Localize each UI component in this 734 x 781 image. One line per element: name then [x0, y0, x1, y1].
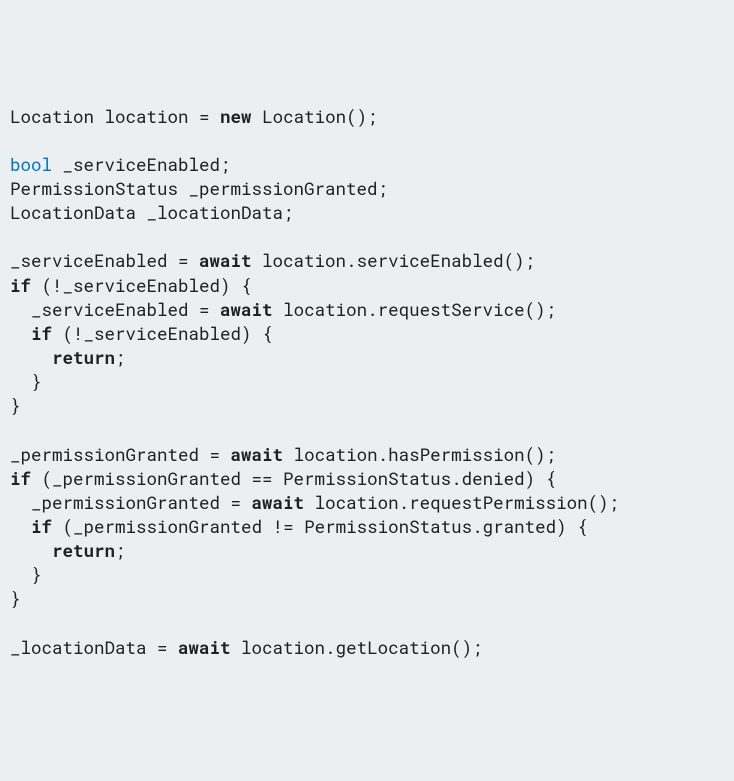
code-block: Location location = new Location(); bool…: [10, 105, 724, 660]
code-text: _permissionGranted =: [10, 443, 231, 466]
code-text: [10, 515, 31, 538]
code-text: Location();: [252, 105, 378, 128]
type-bool: bool: [10, 153, 52, 176]
keyword-if: if: [31, 515, 52, 538]
code-text: location.requestService();: [273, 298, 557, 321]
keyword-if: if: [10, 274, 31, 297]
code-line: return;: [10, 346, 126, 369]
code-text: _serviceEnabled =: [10, 298, 220, 321]
code-line: _serviceEnabled = await location.service…: [10, 249, 535, 272]
keyword-if: if: [31, 322, 52, 345]
code-text: _serviceEnabled;: [52, 153, 231, 176]
keyword-await: await: [199, 249, 252, 272]
code-line: }: [10, 587, 21, 610]
code-text: }: [10, 587, 21, 610]
code-line: _permissionGranted = await location.hasP…: [10, 443, 556, 466]
code-line: PermissionStatus _permissionGranted;: [10, 177, 388, 200]
keyword-await: await: [178, 636, 231, 659]
keyword-await: await: [231, 443, 284, 466]
code-text: PermissionStatus _permissionGranted;: [10, 177, 388, 200]
code-text: LocationData _locationData;: [10, 201, 294, 224]
code-line: return;: [10, 539, 126, 562]
code-text: _locationData =: [10, 636, 178, 659]
code-line: if (_permissionGranted != PermissionStat…: [10, 515, 588, 538]
keyword-await: await: [220, 298, 273, 321]
code-text: _permissionGranted =: [10, 491, 252, 514]
keyword-if: if: [10, 467, 31, 490]
code-text: ;: [115, 539, 126, 562]
code-text: (!_serviceEnabled) {: [52, 322, 273, 345]
code-text: }: [10, 563, 42, 586]
keyword-await: await: [252, 491, 305, 514]
keyword-return: return: [52, 539, 115, 562]
code-text: [10, 346, 52, 369]
keyword-return: return: [52, 346, 115, 369]
code-text: Location location =: [10, 105, 220, 128]
code-line: Location location = new Location();: [10, 105, 378, 128]
code-line: _serviceEnabled = await location.request…: [10, 298, 556, 321]
keyword-new: new: [220, 105, 252, 128]
code-text: location.hasPermission();: [283, 443, 556, 466]
code-line: LocationData _locationData;: [10, 201, 294, 224]
code-text: (_permissionGranted == PermissionStatus.…: [31, 467, 556, 490]
code-line: _locationData = await location.getLocati…: [10, 636, 483, 659]
code-line: if (_permissionGranted == PermissionStat…: [10, 467, 556, 490]
code-line: if (!_serviceEnabled) {: [10, 322, 273, 345]
code-text: ;: [115, 346, 126, 369]
code-text: _serviceEnabled =: [10, 249, 199, 272]
code-line: _permissionGranted = await location.requ…: [10, 491, 619, 514]
code-text: location.serviceEnabled();: [252, 249, 536, 272]
code-text: location.getLocation();: [231, 636, 483, 659]
code-text: location.requestPermission();: [304, 491, 619, 514]
code-text: [10, 322, 31, 345]
code-line: if (!_serviceEnabled) {: [10, 274, 252, 297]
code-text: (_permissionGranted != PermissionStatus.…: [52, 515, 588, 538]
code-text: [10, 539, 52, 562]
code-line: bool _serviceEnabled;: [10, 153, 231, 176]
code-line: }: [10, 563, 42, 586]
code-text: (!_serviceEnabled) {: [31, 274, 252, 297]
code-line: }: [10, 394, 21, 417]
code-text: }: [10, 370, 42, 393]
code-text: }: [10, 394, 21, 417]
code-line: }: [10, 370, 42, 393]
